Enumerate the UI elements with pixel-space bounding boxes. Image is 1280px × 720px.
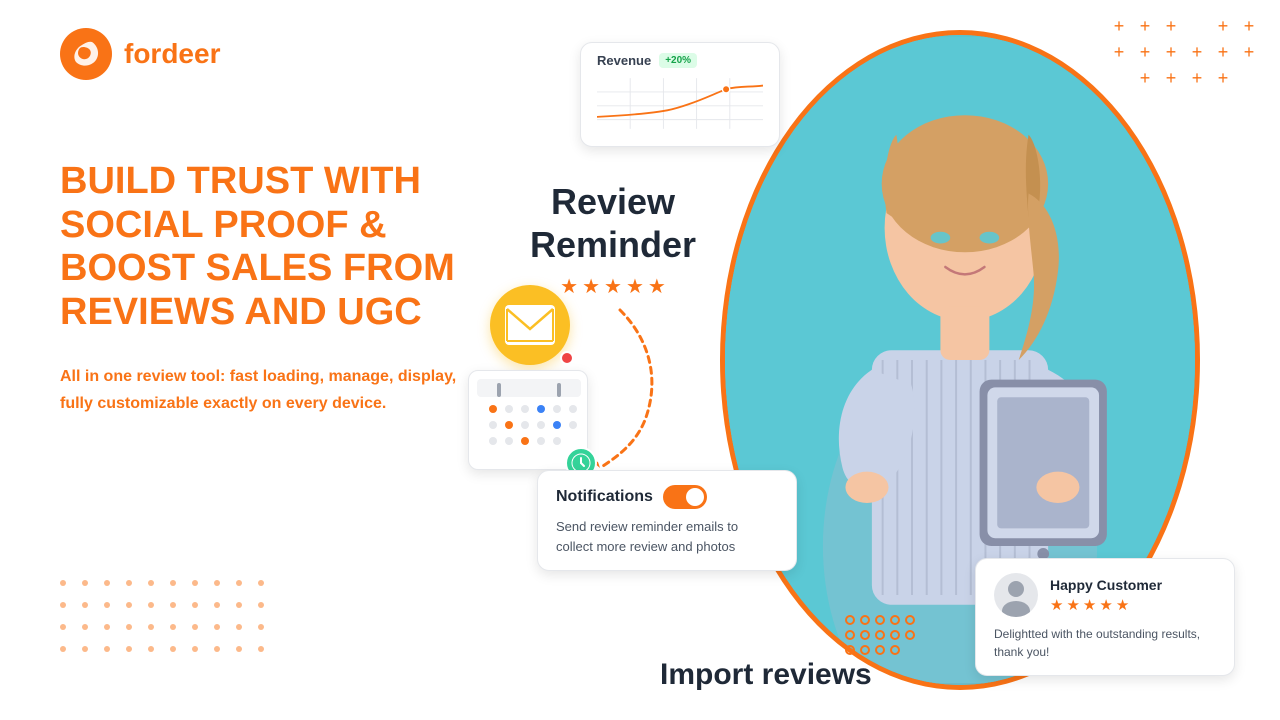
cstar-5: ★ [1116,596,1129,614]
header: fordeer [60,28,220,80]
sub-headline: All in one review tool: fast loading, ma… [60,363,490,417]
dot [148,624,154,630]
dot [236,580,242,586]
plus-icon: + [1134,15,1156,37]
dot [82,624,88,630]
dot [148,602,154,608]
decorative-dots-grid [60,580,272,660]
envelope-icon [505,305,555,345]
dot [214,646,220,652]
plus-icon: + [1160,15,1182,37]
left-content-section: BUILD TRUST WITH SOCIAL PROOF & BOOST SA… [60,160,490,417]
email-notification-dot [560,351,574,365]
notifications-title: Notifications [556,488,653,506]
dot [60,646,66,652]
customer-name: Happy Customer [1050,577,1162,593]
customer-avatar-image [994,573,1038,617]
calendar-icon [477,379,581,459]
dot [126,624,132,630]
customer-card-header: Happy Customer ★ ★ ★ ★ ★ [994,573,1216,617]
plus-icon: + [1108,15,1130,37]
dot [126,580,132,586]
dot [126,646,132,652]
dot [192,624,198,630]
dot [258,580,264,586]
dot [170,624,176,630]
star-5: ★ [648,274,666,299]
customer-info: Happy Customer ★ ★ ★ ★ ★ [1050,577,1162,614]
cstar-4: ★ [1099,596,1112,614]
review-reminder-title: Review Reminder [530,180,696,266]
dot [82,580,88,586]
calendar-card [468,370,588,470]
star-3: ★ [604,274,622,299]
dot [170,646,176,652]
email-icon-container [490,285,570,365]
dot [236,624,242,630]
revenue-chart [597,76,763,131]
plus-icon: + [1212,41,1234,63]
dot [148,646,154,652]
revenue-card-header: Revenue +20% [597,53,763,68]
plus-icon [1186,15,1208,37]
cstar-3: ★ [1083,596,1096,614]
revenue-card: Revenue +20% [580,42,780,147]
brand-name: fordeer [124,38,220,70]
main-headline: BUILD TRUST WITH SOCIAL PROOF & BOOST SA… [60,160,490,335]
review-reminder-section: Review Reminder ★ ★ ★ ★ ★ [530,180,696,299]
notifications-card: Notifications Send review reminder email… [537,470,797,571]
star-2: ★ [582,274,600,299]
notifications-header: Notifications [556,485,778,509]
happy-customer-card: Happy Customer ★ ★ ★ ★ ★ Delightted with… [975,558,1235,676]
cstar-1: ★ [1050,596,1063,614]
plus-icon: + [1212,67,1234,89]
dot [82,602,88,608]
cstar-2: ★ [1066,596,1079,614]
star-4: ★ [626,274,644,299]
dot [170,580,176,586]
dot [60,624,66,630]
revenue-badge: +20% [659,53,697,68]
plus-icon: + [1212,15,1234,37]
dot [104,646,110,652]
customer-avatar [994,573,1038,617]
notifications-toggle[interactable] [663,485,707,509]
dot [258,646,264,652]
plus-icon: + [1238,41,1260,63]
import-reviews-label: Import reviews [660,658,872,692]
dot [104,580,110,586]
dot [82,646,88,652]
dot [214,602,220,608]
dot [60,602,66,608]
star-1: ★ [560,274,578,299]
dot [258,624,264,630]
dot [192,646,198,652]
dot [236,602,242,608]
plus-icon: + [1238,15,1260,37]
dot [192,580,198,586]
dot [258,602,264,608]
dot [192,602,198,608]
dot [104,624,110,630]
customer-stars: ★ ★ ★ ★ ★ [1050,596,1162,614]
fordeer-logo-icon [60,28,112,80]
customer-review-text: Delightted with the outstanding results,… [994,625,1216,661]
dot [214,624,220,630]
dot [236,646,242,652]
dot [126,602,132,608]
notifications-description: Send review reminder emails to collect m… [556,517,778,556]
dot [170,602,176,608]
dot [214,580,220,586]
dot [60,580,66,586]
plus-icon [1238,67,1260,89]
dot [148,580,154,586]
import-dots-decoration [845,615,915,665]
revenue-label: Revenue [597,53,651,68]
dot [104,602,110,608]
